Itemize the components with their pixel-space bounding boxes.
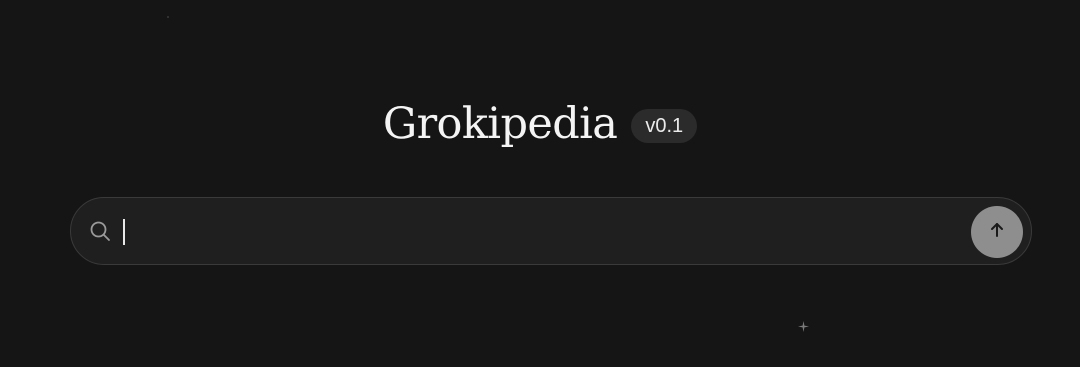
- version-badge: v0.1: [631, 109, 698, 143]
- brand-header: Grokipedia v0.1: [0, 96, 1080, 152]
- search-input[interactable]: [121, 212, 965, 252]
- text-caret: [123, 219, 125, 245]
- arrow-up-icon: [987, 220, 1007, 245]
- search-bar: [70, 197, 1032, 265]
- sparkle-icon: [798, 319, 809, 332]
- page-title: Grokipedia: [382, 99, 618, 149]
- background-star: [167, 16, 169, 18]
- search-icon: [89, 220, 111, 242]
- page: Grokipedia v0.1: [0, 0, 1080, 367]
- submit-search-button[interactable]: [971, 206, 1023, 258]
